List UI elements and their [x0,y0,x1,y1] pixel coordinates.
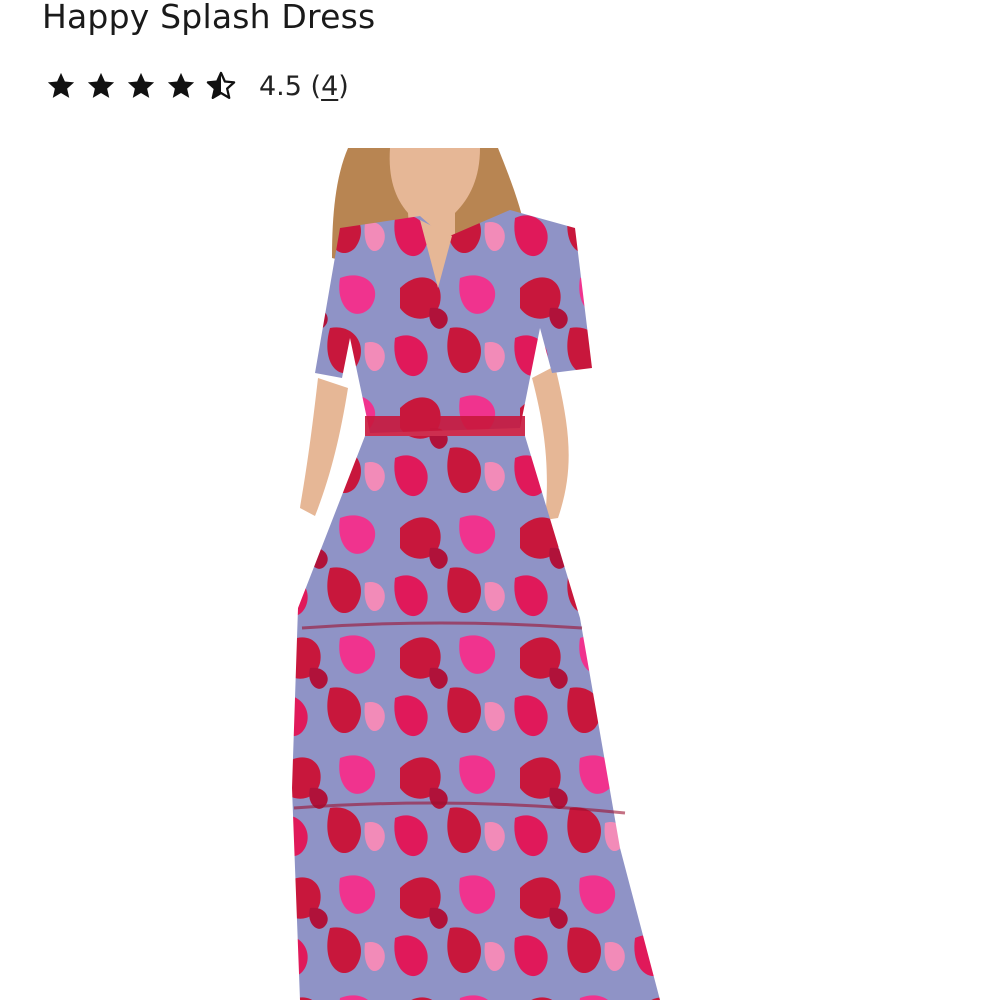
product-page: Happy Splash Dress 4.5 (4) [0,0,1000,1000]
star-full-icon [47,72,75,98]
rating-value: 4.5 [259,70,302,102]
dress-illustration [292,148,660,1000]
star-full-icon [127,72,155,98]
open-paren: ( [301,70,322,102]
close-paren: ) [338,70,349,102]
product-title: Happy Splash Dress [42,0,376,36]
rating-row[interactable]: 4.5 (4) [46,66,349,106]
rating-summary: 4.5 (4) [259,71,349,102]
star-full-icon [167,72,195,98]
review-count-link[interactable]: 4 [321,71,338,102]
product-image[interactable] [270,148,970,1000]
star-full-icon [87,72,115,98]
star-half-icon [206,71,236,99]
star-rating [46,71,246,101]
